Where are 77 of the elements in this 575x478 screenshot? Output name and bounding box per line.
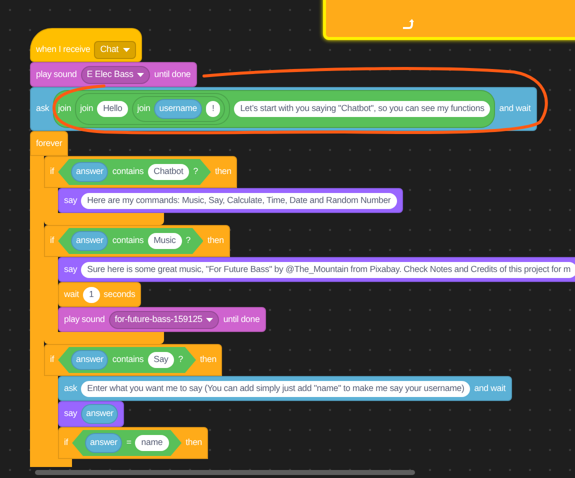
text-input[interactable]: Say: [148, 352, 174, 368]
block-label: then: [207, 234, 224, 248]
text-input[interactable]: name: [135, 435, 169, 451]
block-label: answer: [86, 407, 114, 420]
text-input[interactable]: Music: [148, 233, 182, 249]
reporter-block[interactable]: join join Hello join username ! Let’s start with you saying "Chatbot", so you can see my functions: [53, 90, 496, 128]
condition-block[interactable]: answer contains Chatbot ?: [58, 159, 211, 185]
block-label: ?: [178, 353, 183, 366]
block-label: contains: [112, 353, 144, 366]
code-block[interactable]: if answer contains Chatbot ? then: [44, 156, 238, 188]
block-label: ask: [36, 102, 50, 116]
block-label: say: [64, 262, 78, 276]
block-label: play sound: [36, 68, 77, 81]
block-label: join: [137, 102, 150, 116]
block-label: if: [64, 436, 68, 450]
text-input[interactable]: Chatbot: [148, 164, 190, 180]
block-label: seconds: [104, 288, 136, 301]
block-label: if: [50, 353, 54, 366]
block-label: answer: [76, 353, 104, 366]
block-label: answer: [90, 436, 118, 450]
block-label: ?: [193, 165, 198, 178]
condition-block[interactable]: answer contains Say ?: [58, 347, 196, 373]
block-label: until done: [154, 68, 191, 81]
block-label: wait: [64, 288, 79, 301]
text-input[interactable]: Hello: [97, 101, 128, 117]
block-label: answer: [76, 165, 104, 178]
block-label: and wait: [499, 102, 531, 116]
block-label: answer: [76, 234, 104, 248]
code-block[interactable]: ask join join Hello join username ! Let’s start with you saying "Chatbot", so you can see my functions and wait: [30, 87, 537, 131]
code-block[interactable]: [323, 0, 575, 40]
block-label: play sound: [64, 312, 105, 326]
code-block[interactable]: play sound for-future-bass-159125 until done: [58, 307, 266, 332]
scrollbar[interactable]: [35, 470, 415, 475]
text-input[interactable]: Sure here is some great music, "For Future Bass" by @The_Mountain from Pixabay. Check Notes and Credits of this project for m: [81, 262, 575, 278]
block-label: if: [50, 234, 54, 248]
block-label: when I receive: [36, 43, 90, 56]
text-input[interactable]: Here are my commands: Music, Say, Calculate, Time, Date and Random Number: [81, 192, 397, 208]
reporter-block[interactable]: join username !: [132, 96, 226, 122]
reporter-block[interactable]: join Hello join username !: [75, 93, 230, 125]
block-label: join: [58, 102, 72, 116]
dropdown[interactable]: for-future-bass-159125: [108, 310, 220, 328]
text-input[interactable]: Enter what you want me to say (You can add simply just add "name" to make me say your username): [81, 380, 470, 396]
text-input[interactable]: Let’s start with you saying "Chatbot", so you can see my functions: [234, 101, 490, 117]
block-label: ask: [64, 382, 78, 395]
caret-icon: [137, 72, 144, 76]
block-label: then: [214, 165, 232, 178]
dropdown[interactable]: E Elec Bass: [80, 66, 150, 84]
condition-block[interactable]: answer = name: [72, 430, 182, 456]
block-label: join: [80, 102, 94, 116]
block-label: =: [126, 436, 132, 450]
code-block[interactable]: if answer contains Music ? then: [44, 225, 230, 257]
block-label: ?: [186, 234, 190, 248]
text-input[interactable]: !: [206, 101, 220, 117]
text-input[interactable]: 1: [82, 286, 100, 302]
block-label: contains: [112, 165, 144, 178]
caret-icon: [122, 48, 130, 52]
loop-arrow-icon: [402, 19, 414, 29]
code-block[interactable]: if answer contains Say ? then: [44, 344, 222, 376]
block-label: then: [200, 353, 216, 366]
code-block[interactable]: say Sure here is some great music, "For Future Bass" by @The_Mountain from Pixabay. Check Notes and Credits of this project for m: [58, 257, 575, 282]
block-label: say: [64, 194, 78, 207]
block-label: until done: [223, 312, 260, 326]
block-label: forever: [36, 136, 62, 150]
block-label: and wait: [474, 382, 506, 395]
code-block[interactable]: if answer = name then: [58, 427, 208, 459]
block-label: say: [64, 407, 78, 420]
block-label: username: [159, 102, 197, 116]
code-block[interactable]: say Here are my commands: Music, Say, Calculate, Time, Date and Random Number: [58, 188, 403, 213]
block-label: contains: [112, 234, 144, 248]
code-block[interactable]: wait 1 seconds: [58, 282, 142, 307]
block-label: then: [186, 436, 202, 450]
condition-block[interactable]: answer contains Music ?: [58, 228, 204, 254]
code-block[interactable]: play sound E Elec Bass until done: [30, 62, 197, 87]
block-label: if: [50, 165, 54, 178]
code-block[interactable]: say answer: [58, 401, 124, 427]
caret-icon: [206, 318, 214, 322]
code-block[interactable]: ask Enter what you want me to say (You can add simply just add "name" to make me say your username) and wait: [58, 376, 512, 401]
